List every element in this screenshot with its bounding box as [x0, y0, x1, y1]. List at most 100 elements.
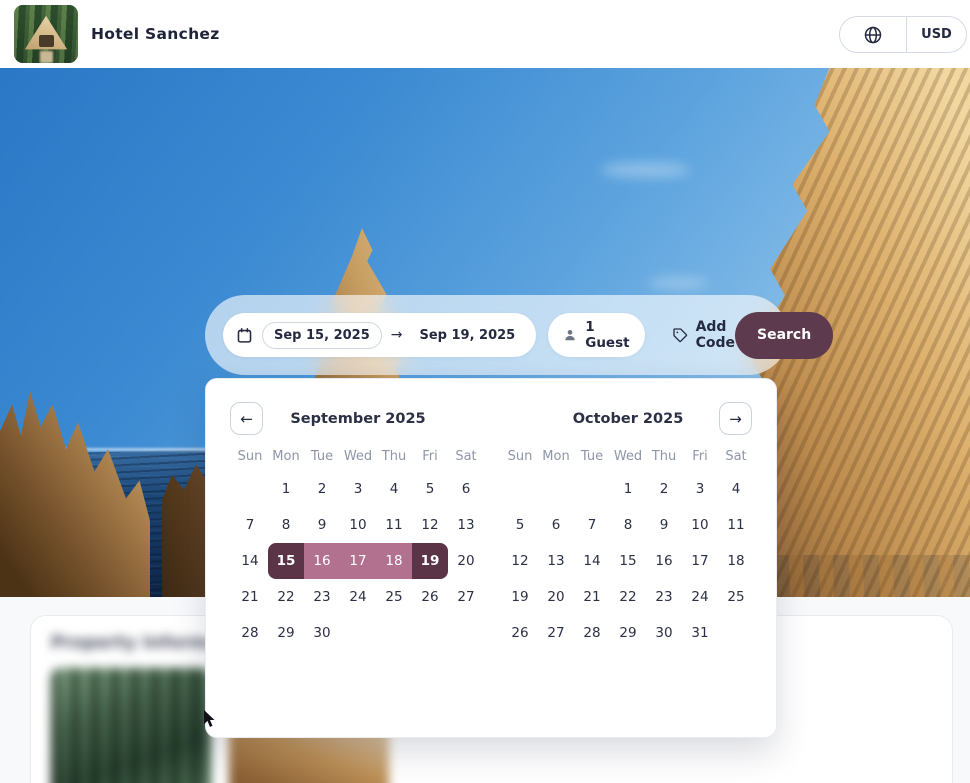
day-cell[interactable]: 6 [538, 507, 574, 543]
add-code-button[interactable]: Add Code [672, 319, 735, 351]
day-cell[interactable]: 8 [610, 507, 646, 543]
day-cell[interactable]: 24 [340, 579, 376, 615]
day-cell[interactable]: 20 [538, 579, 574, 615]
day-cell[interactable]: 27 [538, 615, 574, 651]
check-in-date[interactable]: Sep 15, 2025 [262, 322, 382, 349]
day-cell-empty [538, 471, 574, 507]
logo-tent-door [39, 35, 54, 47]
day-cell[interactable]: 10 [340, 507, 376, 543]
day-cell[interactable]: 29 [268, 615, 304, 651]
day-cell[interactable]: 31 [682, 615, 718, 651]
day-cell[interactable]: 11 [376, 507, 412, 543]
weekday-label: Sat [448, 449, 484, 464]
check-out-date[interactable]: Sep 19, 2025 [411, 323, 523, 348]
day-cell[interactable]: 30 [304, 615, 340, 651]
day-cell[interactable]: 16 [304, 543, 340, 579]
day-cell[interactable]: 25 [376, 579, 412, 615]
language-button[interactable] [840, 17, 907, 52]
day-cell[interactable]: 17 [340, 543, 376, 579]
globe-icon [863, 25, 883, 45]
day-cell[interactable]: 11 [718, 507, 754, 543]
day-cell[interactable]: 14 [574, 543, 610, 579]
day-cell[interactable]: 9 [304, 507, 340, 543]
day-cell[interactable]: 22 [268, 579, 304, 615]
day-cell[interactable]: 23 [646, 579, 682, 615]
weekday-label: Wed [340, 449, 376, 464]
day-cell[interactable]: 22 [610, 579, 646, 615]
day-cell[interactable]: 5 [502, 507, 538, 543]
day-cell[interactable]: 25 [718, 579, 754, 615]
weekday-label: Sun [502, 449, 538, 464]
previous-month-button[interactable]: ← [230, 402, 263, 435]
day-cell[interactable]: 2 [304, 471, 340, 507]
guest-selector[interactable]: 1 Guest [548, 313, 644, 357]
day-cell[interactable]: 4 [718, 471, 754, 507]
day-cell[interactable]: 27 [448, 579, 484, 615]
day-cell-empty [232, 471, 268, 507]
mouse-cursor-icon [203, 710, 218, 732]
day-cell[interactable]: 28 [574, 615, 610, 651]
day-cell[interactable]: 6 [448, 471, 484, 507]
month-october: October 2025 SunMonTueWedThuFriSat 12345… [502, 399, 754, 651]
day-cell[interactable]: 29 [610, 615, 646, 651]
hotel-logo[interactable] [14, 5, 78, 63]
next-month-button[interactable]: → [719, 402, 752, 435]
month-title: September 2025 [232, 399, 484, 439]
day-cell[interactable]: 2 [646, 471, 682, 507]
hotel-name: Hotel Sanchez [91, 0, 220, 68]
app-header: Hotel Sanchez USD [0, 0, 970, 68]
arrow-right-icon: → [391, 327, 403, 343]
day-cell[interactable]: 7 [574, 507, 610, 543]
month-title: October 2025 [502, 399, 754, 439]
day-cell[interactable]: 15 [610, 543, 646, 579]
day-cell[interactable]: 16 [646, 543, 682, 579]
day-cell[interactable]: 30 [646, 615, 682, 651]
day-cell[interactable]: 1 [268, 471, 304, 507]
day-cell[interactable]: 18 [376, 543, 412, 579]
day-cell[interactable]: 4 [376, 471, 412, 507]
day-cell[interactable]: 10 [682, 507, 718, 543]
property-photo-forest[interactable] [51, 668, 211, 783]
date-range-field[interactable]: Sep 15, 2025 → Sep 19, 2025 [223, 313, 536, 357]
day-cell[interactable]: 13 [448, 507, 484, 543]
day-cell[interactable]: 9 [646, 507, 682, 543]
guest-count-label: 1 Guest [585, 319, 629, 351]
day-cell[interactable]: 13 [538, 543, 574, 579]
weekday-row: SunMonTueWedThuFriSat [232, 443, 484, 469]
day-cell[interactable]: 17 [682, 543, 718, 579]
day-cell[interactable]: 20 [448, 543, 484, 579]
day-cell[interactable]: 23 [304, 579, 340, 615]
day-cell[interactable]: 18 [718, 543, 754, 579]
day-cell[interactable]: 21 [574, 579, 610, 615]
calendar-icon [236, 327, 253, 344]
day-cell[interactable]: 12 [502, 543, 538, 579]
day-cell-empty [574, 471, 610, 507]
search-button[interactable]: Search [735, 312, 833, 359]
day-cell[interactable]: 1 [610, 471, 646, 507]
day-cell[interactable]: 21 [232, 579, 268, 615]
day-cell[interactable]: 19 [502, 579, 538, 615]
booking-page: Property Information Sep 15, 2025 → Sep … [0, 0, 970, 783]
weekday-label: Mon [538, 449, 574, 464]
day-cell[interactable]: 14 [232, 543, 268, 579]
date-picker-popover: ← → September 2025 SunMonTueWedThuFriSat… [205, 378, 777, 738]
weekday-row: SunMonTueWedThuFriSat [502, 443, 754, 469]
day-cell[interactable]: 3 [682, 471, 718, 507]
day-cell[interactable]: 26 [502, 615, 538, 651]
day-cell[interactable]: 12 [412, 507, 448, 543]
day-cell[interactable]: 7 [232, 507, 268, 543]
day-cell-empty [502, 471, 538, 507]
weekday-label: Sun [232, 449, 268, 464]
day-cell[interactable]: 15 [268, 543, 304, 579]
day-cell[interactable]: 19 [412, 543, 448, 579]
weekday-label: Fri [682, 449, 718, 464]
day-cell[interactable]: 8 [268, 507, 304, 543]
currency-button[interactable]: USD [907, 17, 966, 52]
day-cell[interactable]: 28 [232, 615, 268, 651]
month-september: September 2025 SunMonTueWedThuFriSat 123… [232, 399, 484, 651]
day-cell[interactable]: 5 [412, 471, 448, 507]
search-bar: Sep 15, 2025 → Sep 19, 2025 1 Guest Add … [205, 295, 788, 375]
day-cell[interactable]: 3 [340, 471, 376, 507]
day-cell[interactable]: 24 [682, 579, 718, 615]
day-cell[interactable]: 26 [412, 579, 448, 615]
